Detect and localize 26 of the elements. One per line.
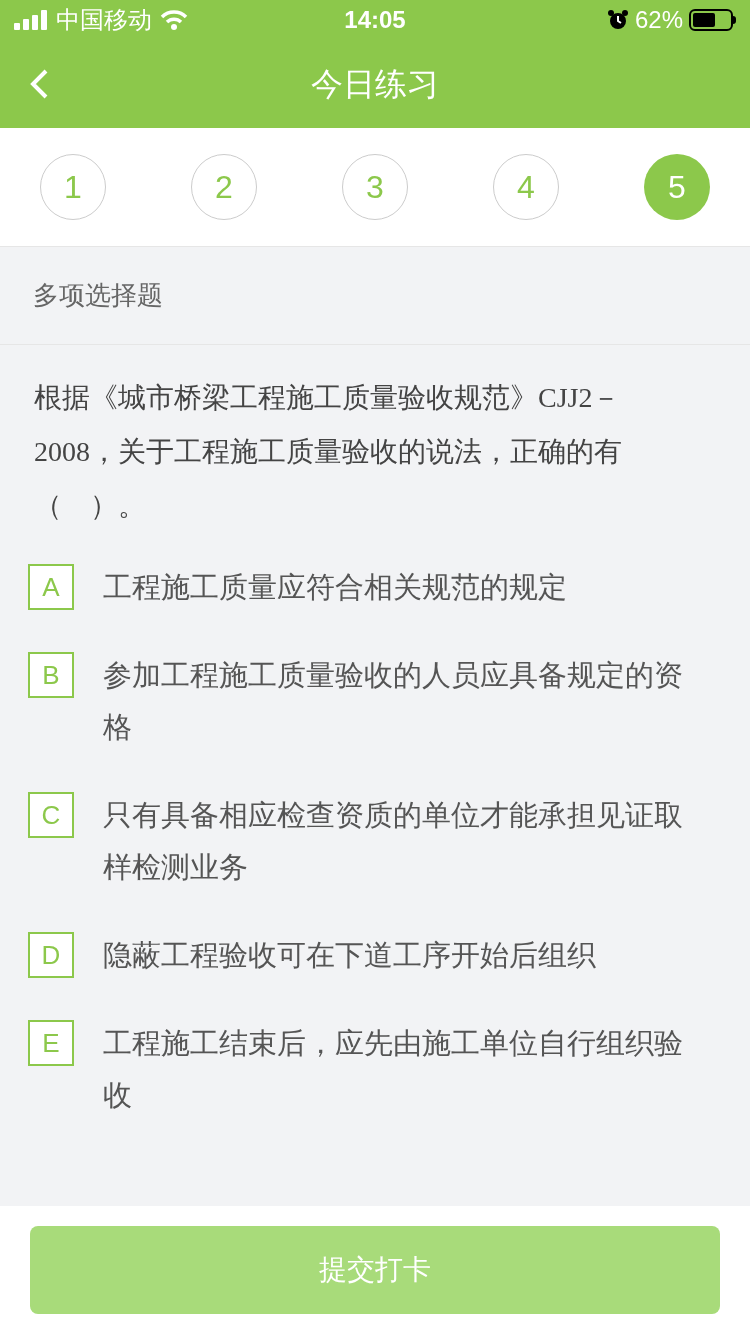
question-number-tab[interactable]: 5 bbox=[644, 154, 710, 220]
option-text[interactable]: 只有具备相应检查资质的单位才能承担见证取样检测业务 bbox=[103, 789, 695, 893]
question-type: 多项选择题 bbox=[33, 279, 163, 312]
wifi-icon bbox=[160, 10, 188, 30]
option-letter[interactable]: D bbox=[28, 932, 74, 978]
signal-icon bbox=[14, 10, 48, 30]
option-text[interactable]: 工程施工质量应符合相关规范的规定 bbox=[103, 561, 695, 613]
option-text[interactable]: 工程施工结束后，应先由施工单位自行组织验收 bbox=[103, 1017, 695, 1121]
option-letter[interactable]: C bbox=[28, 792, 74, 838]
clock-time: 14:05 bbox=[344, 5, 406, 35]
page-title: 今日练习 bbox=[311, 65, 439, 104]
option-letter[interactable]: A bbox=[28, 564, 74, 610]
back-icon[interactable] bbox=[28, 68, 50, 100]
option-text[interactable]: 隐蔽工程验收可在下道工序开始后组织 bbox=[103, 929, 695, 981]
option-text[interactable]: 参加工程施工质量验收的人员应具备规定的资格 bbox=[103, 649, 695, 753]
question-number-tab[interactable]: 1 bbox=[40, 154, 106, 220]
carrier-name: 中国移动 bbox=[56, 5, 152, 35]
battery-percent: 62% bbox=[634, 5, 683, 35]
alarm-icon bbox=[606, 9, 629, 31]
question-number-tab[interactable]: 3 bbox=[342, 154, 408, 220]
battery-icon bbox=[689, 9, 736, 31]
option-letter[interactable]: E bbox=[28, 1020, 74, 1066]
option-letter[interactable]: B bbox=[28, 652, 74, 698]
question-number-tab[interactable]: 2 bbox=[191, 154, 257, 220]
question-text: 根据《城市桥梁工程施工质量验收规范》CJJ2－2008，关于工程施工质量验收的说法，正确的有（ ）。 bbox=[34, 381, 623, 523]
question-number-tab[interactable]: 4 bbox=[493, 154, 559, 220]
